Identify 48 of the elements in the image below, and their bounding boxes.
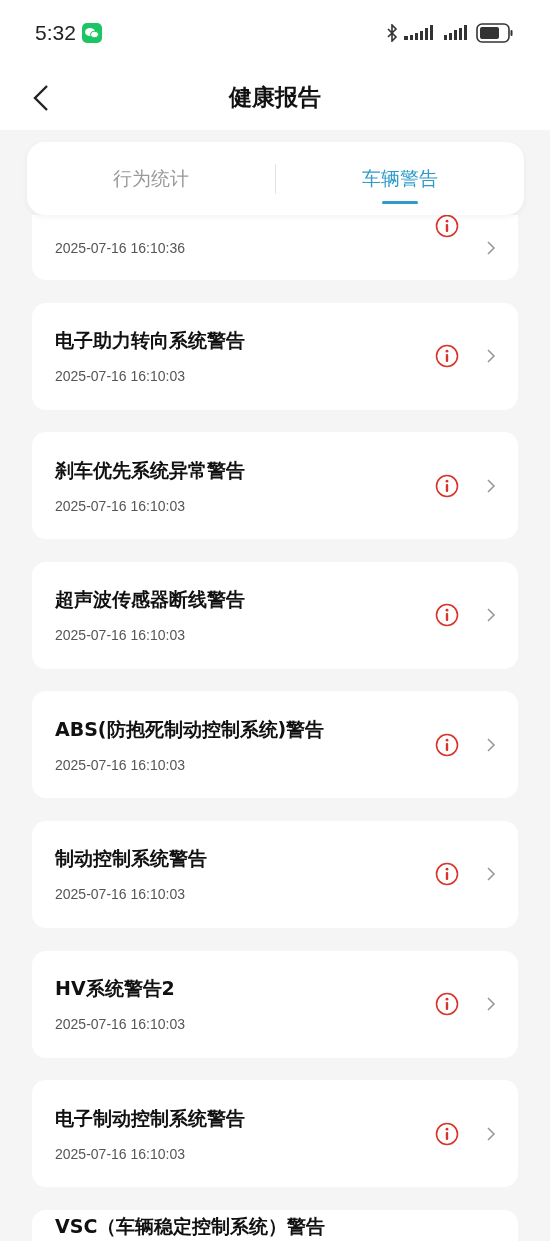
warning-card[interactable]: 电子助力转向系统警告 2025-07-16 16:10:03 bbox=[32, 302, 518, 410]
info-icon bbox=[435, 732, 459, 757]
signal-icon bbox=[404, 24, 436, 41]
chevron-right-icon bbox=[486, 736, 496, 753]
chat-app-icon bbox=[81, 22, 102, 43]
chevron-right-icon bbox=[486, 240, 496, 256]
warning-date: 2025-07-16 16:10:03 bbox=[55, 756, 186, 773]
warning-title: 制动控制系统警告 bbox=[55, 846, 208, 872]
warning-card[interactable]: 2025-07-16 16:10:36 bbox=[32, 215, 518, 280]
warning-card[interactable]: ABS(防抱死制动控制系统)警告 2025-07-16 16:10:03 bbox=[32, 691, 518, 799]
warning-title: HV系统警告2 bbox=[55, 976, 176, 1002]
chevron-right-icon bbox=[486, 1125, 496, 1142]
warning-card[interactable]: 制动控制系统警告 2025-07-16 16:10:03 bbox=[32, 820, 518, 928]
warning-date: 2025-07-16 16:10:03 bbox=[55, 1016, 186, 1033]
info-icon bbox=[435, 862, 459, 887]
warning-date: 2025-07-16 16:10:03 bbox=[55, 627, 186, 644]
bluetooth-icon bbox=[386, 23, 398, 42]
warning-card[interactable]: 刹车优先系统异常警告 2025-07-16 16:10:03 bbox=[32, 432, 518, 540]
warning-date: 2025-07-16 16:10:03 bbox=[55, 368, 186, 385]
warning-date: 2025-07-16 16:10:03 bbox=[55, 1145, 186, 1162]
warning-title: 刹车优先系统异常警告 bbox=[55, 457, 246, 483]
warning-date: 2025-07-16 16:10:03 bbox=[55, 886, 186, 903]
signal-icon bbox=[444, 24, 468, 41]
warning-card[interactable]: 超声波传感器断线警告 2025-07-16 16:10:03 bbox=[32, 561, 518, 669]
info-icon bbox=[435, 603, 459, 628]
warning-date: 2025-07-16 16:10:36 bbox=[55, 240, 186, 256]
chevron-right-icon bbox=[486, 607, 496, 624]
page-title: 健康报告 bbox=[229, 83, 321, 112]
warning-card[interactable]: VSC（车辆稳定控制系统）警告 bbox=[32, 1209, 518, 1241]
warning-card[interactable]: 电子制动控制系统警告 2025-07-16 16:10:03 bbox=[32, 1080, 518, 1188]
warning-title: 电子制动控制系统警告 bbox=[55, 1105, 246, 1131]
info-icon bbox=[435, 215, 459, 238]
warning-title: 电子助力转向系统警告 bbox=[55, 328, 246, 354]
battery-icon bbox=[476, 22, 514, 43]
warning-title: 超声波传感器断线警告 bbox=[55, 587, 246, 613]
info-icon bbox=[435, 992, 459, 1017]
chevron-right-icon bbox=[486, 866, 496, 883]
warning-title: ABS(防抱死制动控制系统)警告 bbox=[55, 716, 326, 742]
chevron-right-icon bbox=[486, 996, 496, 1013]
info-icon bbox=[435, 344, 459, 369]
clock-time: 5:32 bbox=[35, 20, 76, 45]
warning-date: 2025-07-16 16:10:03 bbox=[55, 497, 186, 514]
chevron-right-icon bbox=[486, 477, 496, 494]
warning-card[interactable]: HV系统警告2 2025-07-16 16:10:03 bbox=[32, 950, 518, 1058]
info-icon bbox=[435, 473, 459, 498]
info-icon bbox=[435, 1121, 459, 1146]
chevron-right-icon bbox=[486, 348, 496, 365]
warning-title: VSC（车辆稳定控制系统）警告 bbox=[55, 1213, 327, 1239]
